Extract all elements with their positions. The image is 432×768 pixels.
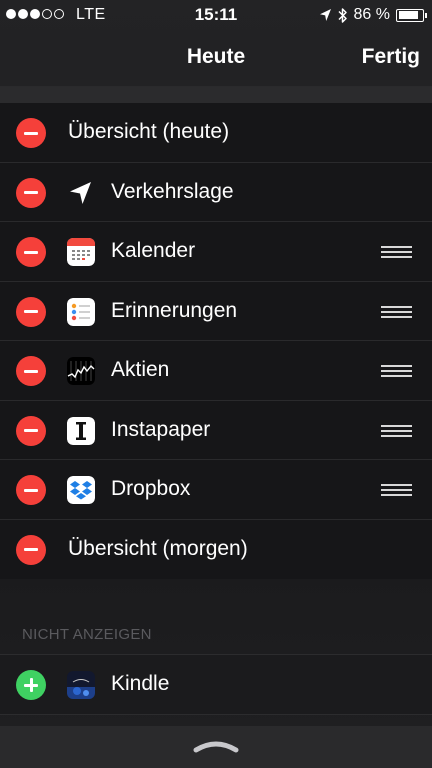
reorder-handle[interactable] [381, 483, 412, 497]
widget-row-summary-today: Übersicht (heute) [0, 103, 432, 163]
location-services-icon [319, 9, 331, 21]
reorder-handle[interactable] [381, 364, 412, 378]
bottom-bar [0, 726, 432, 768]
bluetooth-icon [338, 7, 347, 23]
widget-row-reminders: Erinnerungen [0, 282, 432, 341]
close-handle-icon[interactable] [192, 740, 240, 754]
widget-label: Erinnerungen [111, 298, 238, 322]
reminders-icon [67, 297, 95, 326]
navigation-bar: Heute Fertig [0, 30, 432, 86]
battery-percentage: 86 % [353, 6, 390, 23]
remove-widget-button[interactable] [16, 415, 46, 446]
remove-widget-button[interactable] [16, 356, 46, 386]
widget-row-traffic: Verkehrslage [0, 163, 432, 222]
calendar-icon [67, 238, 95, 266]
remove-widget-button[interactable] [16, 475, 46, 505]
widget-row-kindle: Kindle [0, 655, 432, 715]
remove-widget-button[interactable] [16, 118, 46, 148]
instapaper-icon [67, 416, 95, 445]
widget-label: Übersicht (morgen) [68, 536, 248, 560]
widget-row-dropbox: Dropbox [0, 460, 432, 520]
widget-label: Kalender [111, 239, 196, 262]
reorder-handle[interactable] [381, 424, 412, 438]
widget-label: Dropbox [111, 477, 191, 500]
widget-row-summary-tomorrow: Übersicht (morgen) [0, 520, 432, 580]
remove-widget-button[interactable] [16, 534, 46, 565]
remove-widget-button[interactable] [16, 237, 46, 267]
widget-label: Instapaper [111, 417, 211, 441]
remove-widget-button[interactable] [16, 177, 46, 208]
widget-label: Übersicht (heute) [68, 120, 230, 143]
stocks-icon [67, 357, 95, 385]
dropbox-icon [67, 476, 95, 504]
notification-center-edit-screen: LTE 15:11 86 % Heute Fertig Übersicht (h… [0, 0, 432, 768]
widget-label: Kindle [111, 672, 170, 695]
active-widgets-list: Übersicht (heute) Verkehrslage Kalender … [0, 103, 432, 579]
remove-widget-button[interactable] [16, 296, 46, 327]
hidden-widgets-list: Kindle [0, 654, 432, 715]
battery-icon [396, 8, 427, 22]
section-header-hidden: NICHT ANZEIGEN [22, 626, 152, 643]
widget-row-instapaper: Instapaper [0, 401, 432, 460]
widget-label: Verkehrslage [111, 179, 234, 203]
status-bar: LTE 15:11 86 % [0, 0, 432, 30]
reorder-handle[interactable] [381, 245, 412, 259]
add-widget-button[interactable] [16, 670, 46, 700]
done-button[interactable]: Fertig [362, 45, 420, 69]
widget-row-calendar: Kalender [0, 222, 432, 282]
reorder-handle[interactable] [381, 305, 412, 319]
kindle-icon [67, 671, 95, 699]
widget-label: Aktien [111, 358, 170, 381]
location-arrow-icon [67, 179, 95, 207]
widget-row-stocks: Aktien [0, 341, 432, 401]
